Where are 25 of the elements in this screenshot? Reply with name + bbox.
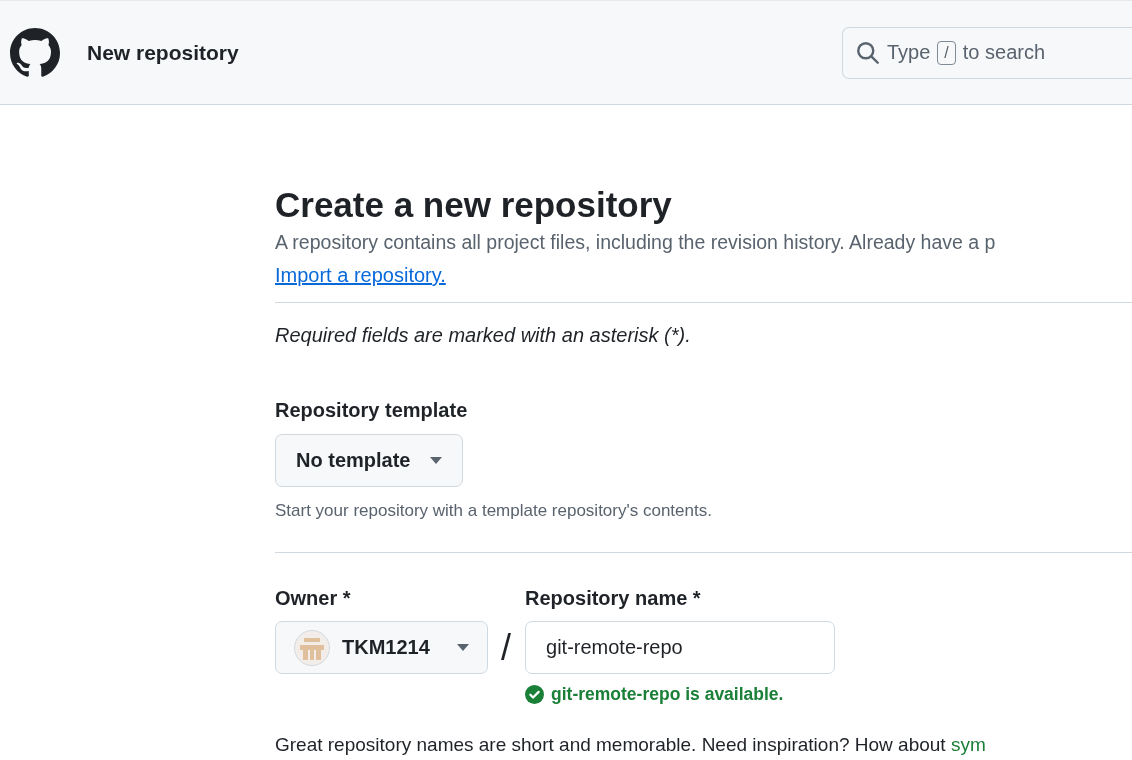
description-text: A repository contains all project files, including the revision history. Already have a p — [275, 230, 997, 255]
page-heading: Create a new repository — [275, 184, 673, 226]
search-icon — [856, 40, 880, 65]
inspiration-text: Great repository names are short and memorable. Need inspiration? How about sym — [275, 733, 987, 757]
hint-text: Start your repository with a template repository's contents. — [275, 501, 713, 521]
template-dropdown[interactable]: No template — [275, 434, 464, 487]
page-title: New repository — [87, 40, 239, 65]
suggestion-link[interactable]: sym — [950, 734, 986, 755]
shortcut-key: / — [937, 40, 956, 65]
field-label: Repository template — [275, 398, 469, 423]
octocat-logo-icon[interactable] — [10, 27, 60, 78]
avatar-icon — [294, 629, 330, 666]
availability-message: git-remote-repo is available. — [551, 684, 784, 705]
caret-icon — [457, 644, 469, 651]
required-note: Required fields are marked with an asterisk (*). — [275, 323, 692, 348]
search-hint: Type — [887, 41, 931, 64]
owner-dropdown[interactable]: TKM1214 — [275, 621, 488, 674]
import-link[interactable]: Import a repository. — [275, 260, 446, 290]
repository-name-field[interactable]: git-remote-repo — [525, 621, 835, 674]
search-field[interactable]: Type / to search — [842, 26, 1132, 79]
search-hint: to search — [962, 41, 1046, 64]
caret-icon — [430, 457, 443, 464]
separator-slash: / — [501, 628, 511, 668]
field-label: Owner * — [275, 586, 352, 611]
field-label: Repository name * — [525, 586, 702, 611]
